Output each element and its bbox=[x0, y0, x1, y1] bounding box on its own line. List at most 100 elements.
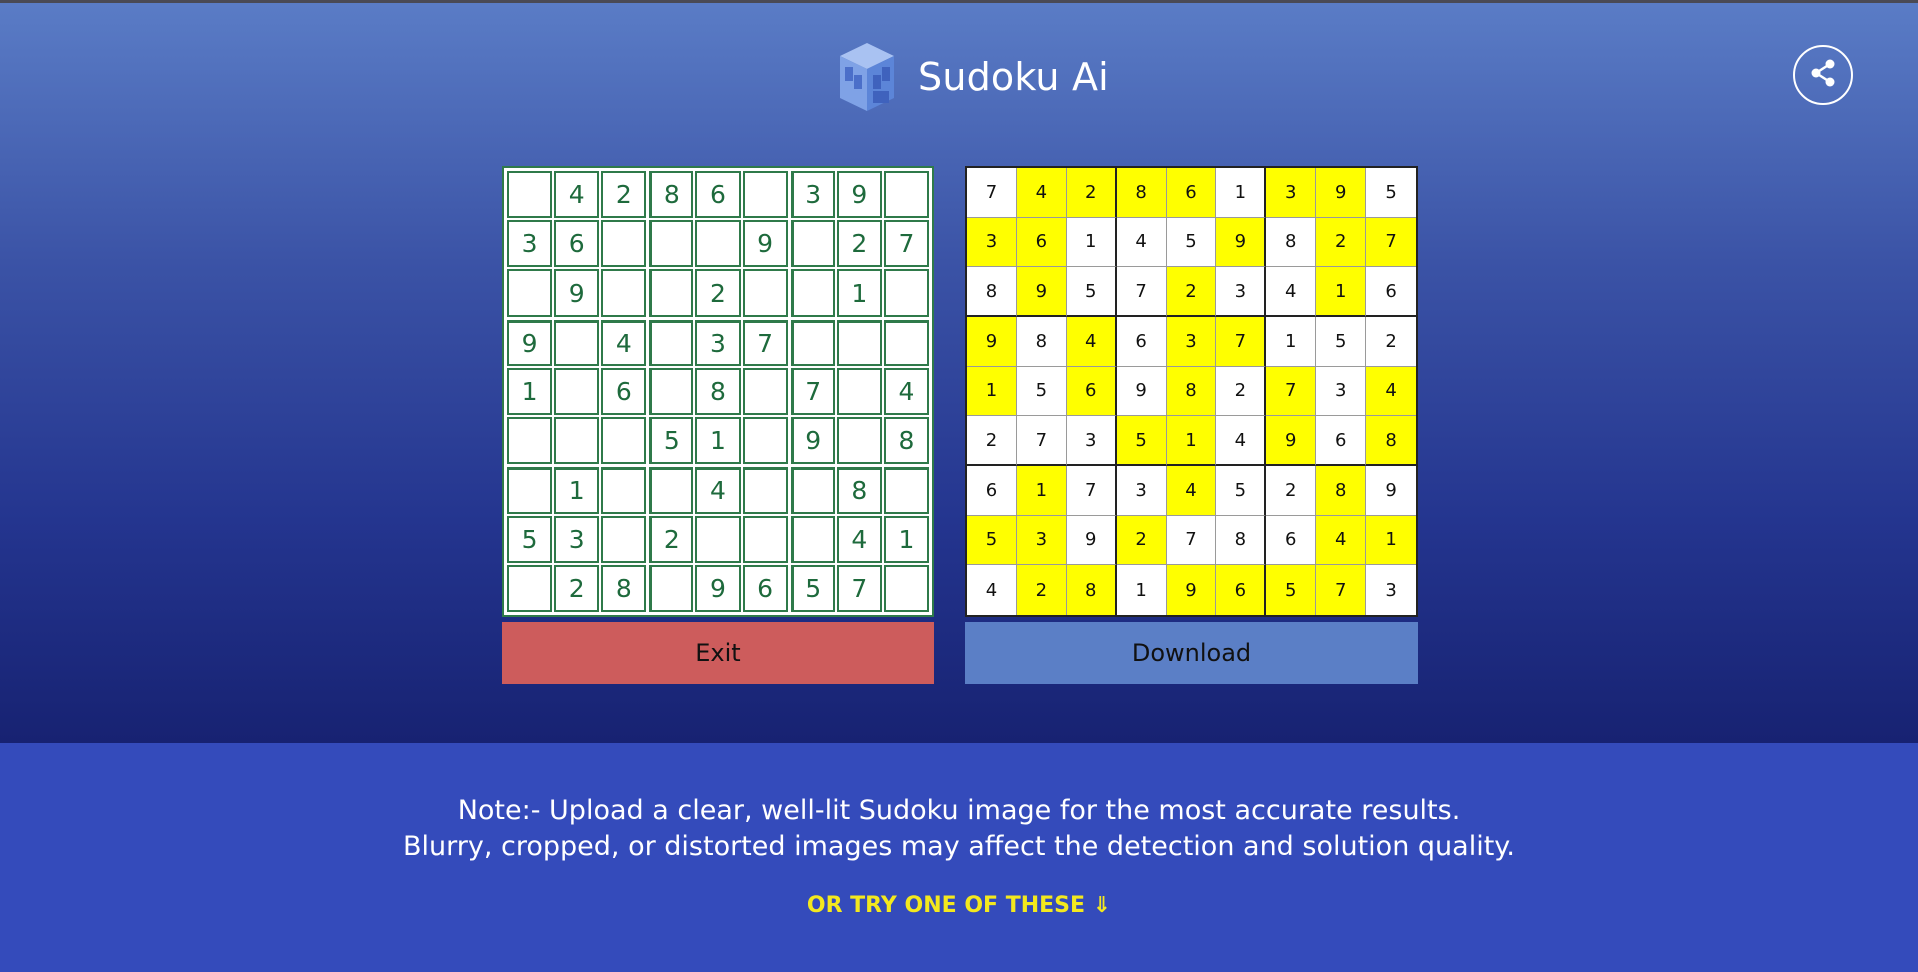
solution-cell: 5 bbox=[1066, 267, 1117, 317]
puzzle-cell bbox=[883, 171, 929, 219]
puzzle-cell: 8 bbox=[836, 467, 882, 514]
puzzle-cell: 4 bbox=[695, 467, 741, 514]
solution-cell: 8 bbox=[1366, 416, 1416, 466]
solution-cell: 3 bbox=[1166, 317, 1217, 367]
puzzle-cell bbox=[649, 367, 694, 416]
puzzle-cell: 9 bbox=[507, 319, 553, 366]
puzzle-cell: 1 bbox=[554, 467, 600, 514]
solution-cell: 1 bbox=[1066, 217, 1117, 268]
solution-cell: 3 bbox=[1066, 416, 1117, 466]
solution-cell: 8 bbox=[1016, 317, 1067, 367]
solution-cell: 6 bbox=[1316, 416, 1367, 466]
puzzle-cell: 4 bbox=[601, 319, 647, 366]
solution-cell: 6 bbox=[967, 466, 1017, 516]
solution-cell: 3 bbox=[1016, 515, 1067, 566]
uploaded-puzzle-image: 4286393692792194371687451981485324128965… bbox=[502, 166, 934, 617]
solution-cell: 2 bbox=[1166, 267, 1217, 317]
share-icon bbox=[1807, 57, 1839, 93]
puzzle-cell bbox=[742, 515, 788, 563]
solution-cell: 7 bbox=[1266, 366, 1317, 417]
solution-cell: 9 bbox=[1366, 466, 1416, 516]
solution-cell: 5 bbox=[967, 515, 1017, 566]
puzzle-cell bbox=[790, 220, 835, 268]
puzzle-cell bbox=[836, 417, 882, 465]
solution-cell: 1 bbox=[1117, 565, 1167, 615]
puzzle-cell bbox=[507, 417, 553, 465]
solution-cell: 1 bbox=[967, 366, 1017, 417]
puzzle-cell bbox=[507, 467, 553, 514]
puzzle-cell bbox=[883, 319, 929, 366]
solution-cell: 1 bbox=[1366, 515, 1416, 566]
puzzle-cell: 1 bbox=[507, 367, 553, 416]
share-button[interactable] bbox=[1793, 45, 1853, 105]
upload-note: Note:- Upload a clear, well-lit Sudoku i… bbox=[0, 793, 1918, 865]
try-examples-link-container: OR TRY ONE OF THESE ⇓ bbox=[0, 893, 1918, 918]
puzzle-cell: 6 bbox=[554, 220, 600, 268]
solution-cell: 6 bbox=[1266, 515, 1317, 566]
solution-cell: 7 bbox=[1316, 565, 1367, 615]
solution-cell: 1 bbox=[1166, 416, 1217, 466]
solution-cell: 1 bbox=[1216, 168, 1267, 218]
solution-cell: 6 bbox=[1016, 217, 1067, 268]
solution-cell: 8 bbox=[1166, 366, 1217, 417]
solution-cell: 2 bbox=[1316, 217, 1367, 268]
app-title: Sudoku Ai bbox=[918, 55, 1109, 99]
puzzle-cell bbox=[790, 319, 835, 366]
puzzle-cell bbox=[695, 515, 741, 563]
puzzle-cell: 4 bbox=[836, 515, 882, 563]
puzzle-cell bbox=[883, 564, 929, 612]
footer-note-section: Note:- Upload a clear, well-lit Sudoku i… bbox=[0, 743, 1918, 972]
puzzle-cell bbox=[649, 564, 694, 612]
puzzle-cell bbox=[790, 515, 835, 563]
solution-cell: 9 bbox=[1316, 168, 1367, 218]
puzzle-cell: 9 bbox=[695, 564, 741, 612]
puzzle-cell bbox=[883, 467, 929, 514]
solution-cell: 3 bbox=[967, 217, 1017, 268]
puzzle-cell: 7 bbox=[836, 564, 882, 612]
note-line-1: Note:- Upload a clear, well-lit Sudoku i… bbox=[457, 795, 1461, 826]
puzzle-cell: 6 bbox=[695, 171, 741, 219]
puzzle-cell: 8 bbox=[649, 171, 694, 219]
puzzle-cell bbox=[649, 220, 694, 268]
download-button[interactable]: Download bbox=[965, 622, 1418, 684]
puzzle-cell: 9 bbox=[836, 171, 882, 219]
solution-cell: 8 bbox=[1266, 217, 1317, 268]
solution-cell: 6 bbox=[1366, 267, 1416, 317]
solution-cell: 9 bbox=[1066, 515, 1117, 566]
note-line-2: Blurry, cropped, or distorted images may… bbox=[403, 831, 1515, 862]
puzzle-cell bbox=[790, 269, 835, 317]
solution-cell: 1 bbox=[1016, 466, 1067, 516]
solution-cell: 7 bbox=[1366, 217, 1416, 268]
puzzle-cell bbox=[507, 564, 553, 612]
puzzle-cell bbox=[695, 220, 741, 268]
solution-cell: 4 bbox=[1066, 317, 1117, 367]
solution-cell: 8 bbox=[1116, 168, 1167, 218]
solution-cell: 5 bbox=[1316, 317, 1367, 367]
puzzle-cell: 1 bbox=[883, 515, 929, 563]
solution-cell: 6 bbox=[1066, 366, 1117, 417]
puzzle-cell: 2 bbox=[554, 564, 600, 612]
puzzle-cell: 1 bbox=[836, 269, 882, 317]
solution-cell: 7 bbox=[967, 168, 1017, 218]
exit-button[interactable]: Exit bbox=[502, 622, 934, 684]
solution-cell: 7 bbox=[1116, 267, 1167, 317]
solution-cell: 9 bbox=[1116, 366, 1167, 417]
solution-cell: 4 bbox=[1316, 515, 1367, 566]
solution-cell: 2 bbox=[1266, 466, 1317, 516]
solution-cell: 5 bbox=[1266, 565, 1317, 615]
solution-cell: 6 bbox=[1166, 168, 1217, 218]
solution-cell: 2 bbox=[1366, 317, 1416, 367]
puzzle-cell bbox=[742, 171, 788, 219]
solution-cell: 4 bbox=[1166, 466, 1217, 516]
try-examples-link[interactable]: OR TRY ONE OF THESE ⇓ bbox=[807, 893, 1111, 918]
puzzle-cell bbox=[790, 467, 835, 514]
puzzle-cell: 7 bbox=[883, 220, 929, 268]
puzzle-cell: 2 bbox=[601, 171, 647, 219]
solution-cell: 3 bbox=[1116, 466, 1167, 516]
solution-grid: 7428613953614598278957234169846371521569… bbox=[965, 166, 1418, 617]
solution-cell: 6 bbox=[1216, 565, 1267, 615]
puzzle-cell: 3 bbox=[695, 319, 741, 366]
solution-cell: 4 bbox=[1216, 416, 1267, 466]
puzzle-cell: 6 bbox=[601, 367, 647, 416]
solution-cell: 4 bbox=[1116, 217, 1167, 268]
